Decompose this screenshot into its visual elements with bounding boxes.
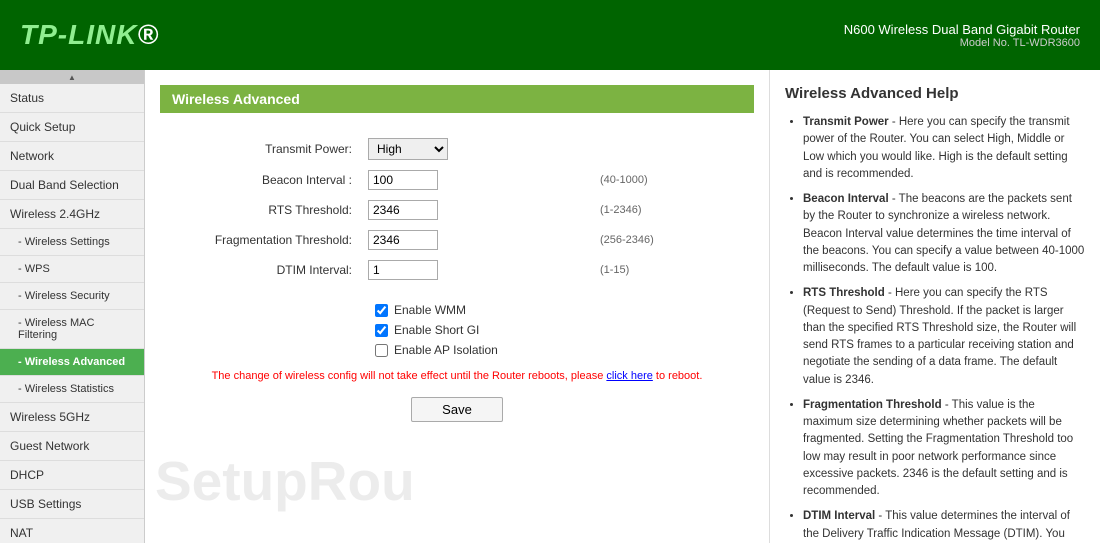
header: TP-LINK® N600 Wireless Dual Band Gigabit…	[0, 0, 1100, 70]
enable-wmm-checkbox[interactable]	[375, 304, 388, 317]
watermark: SetupRou	[155, 449, 415, 513]
main-layout: ▲ Status Quick Setup Network Dual Band S…	[0, 70, 1100, 543]
device-info: N600 Wireless Dual Band Gigabit Router M…	[844, 22, 1080, 49]
enable-wmm-row: Enable WMM	[160, 300, 754, 320]
page-title: Wireless Advanced	[160, 85, 754, 113]
form-table: Transmit Power: High Middle Low Beacon I…	[160, 133, 754, 285]
sidebar-item-dhcp[interactable]: DHCP	[0, 461, 144, 490]
dtim-interval-row: DTIM Interval: (1-15)	[160, 255, 754, 285]
rts-threshold-label: RTS Threshold:	[160, 195, 360, 225]
dtim-interval-range: (1-15)	[592, 255, 754, 285]
sidebar-item-wps[interactable]: - WPS	[0, 256, 144, 283]
sidebar-item-status[interactable]: Status	[0, 84, 144, 113]
help-list-item: Beacon Interval - The beacons are the pa…	[803, 191, 1085, 277]
device-name: N600 Wireless Dual Band Gigabit Router	[844, 22, 1080, 37]
sidebar-item-quick-setup[interactable]: Quick Setup	[0, 113, 144, 142]
enable-short-gi-label: Enable Short GI	[394, 323, 479, 337]
beacon-interval-range: (40-1000)	[592, 165, 754, 195]
beacon-interval-input[interactable]	[368, 170, 438, 190]
sidebar-item-wireless-24[interactable]: Wireless 2.4GHz	[0, 200, 144, 229]
enable-short-gi-checkbox[interactable]	[375, 324, 388, 337]
rts-threshold-row: RTS Threshold: (1-2346)	[160, 195, 754, 225]
sidebar-item-guest-network[interactable]: Guest Network	[0, 432, 144, 461]
enable-ap-isolation-row: Enable AP Isolation	[160, 340, 754, 360]
click-here-link[interactable]: click here	[606, 370, 652, 382]
enable-short-gi-row: Enable Short GI	[160, 320, 754, 340]
rts-threshold-input[interactable]	[368, 200, 438, 220]
beacon-interval-row: Beacon Interval : (40-1000)	[160, 165, 754, 195]
transmit-power-row: Transmit Power: High Middle Low	[160, 133, 754, 165]
sidebar-item-wireless-security[interactable]: - Wireless Security	[0, 283, 144, 310]
transmit-power-label: Transmit Power:	[160, 133, 360, 165]
scroll-up-arrow: ▲	[68, 73, 76, 82]
logo-text: TP-LINK	[20, 19, 137, 50]
fragmentation-threshold-input[interactable]	[368, 230, 438, 250]
help-list-item: Transmit Power - Here you can specify th…	[803, 114, 1085, 183]
sidebar-item-wireless-5ghz[interactable]: Wireless 5GHz	[0, 403, 144, 432]
help-title: Wireless Advanced Help	[785, 85, 1085, 102]
transmit-power-select[interactable]: High Middle Low	[368, 138, 448, 160]
right-pane: Wireless Advanced Help Transmit Power - …	[770, 70, 1100, 543]
dtim-interval-label: DTIM Interval:	[160, 255, 360, 285]
logo: TP-LINK®	[20, 19, 159, 51]
save-button[interactable]: Save	[411, 397, 503, 422]
sidebar-item-wireless-stats[interactable]: - Wireless Statistics	[0, 376, 144, 403]
help-list-item: RTS Threshold - Here you can specify the…	[803, 285, 1085, 389]
sidebar-item-network[interactable]: Network	[0, 142, 144, 171]
help-list: Transmit Power - Here you can specify th…	[785, 114, 1085, 543]
dtim-interval-input[interactable]	[368, 260, 438, 280]
fragmentation-threshold-label: Fragmentation Threshold:	[160, 225, 360, 255]
sidebar-item-dual-band[interactable]: Dual Band Selection	[0, 171, 144, 200]
help-list-item: DTIM Interval - This value determines th…	[803, 508, 1085, 543]
enable-ap-isolation-checkbox[interactable]	[375, 344, 388, 357]
sidebar-item-usb-settings[interactable]: USB Settings	[0, 490, 144, 519]
sidebar-item-wireless-settings[interactable]: - Wireless Settings	[0, 229, 144, 256]
model-number: Model No. TL-WDR3600	[844, 37, 1080, 49]
save-btn-row: Save	[160, 397, 754, 422]
sidebar-item-nat[interactable]: NAT	[0, 519, 144, 543]
sidebar-item-wireless-advanced[interactable]: - Wireless Advanced	[0, 349, 144, 376]
warning-text: The change of wireless config will not t…	[160, 370, 754, 382]
help-list-item: Fragmentation Threshold - This value is …	[803, 397, 1085, 501]
enable-ap-isolation-label: Enable AP Isolation	[394, 343, 498, 357]
enable-wmm-label: Enable WMM	[394, 303, 466, 317]
sidebar: ▲ Status Quick Setup Network Dual Band S…	[0, 70, 145, 543]
left-pane: Wireless Advanced Transmit Power: High M…	[145, 70, 770, 543]
split-pane: Wireless Advanced Transmit Power: High M…	[145, 70, 1100, 543]
sidebar-scroll-up[interactable]: ▲	[0, 70, 144, 84]
beacon-interval-label: Beacon Interval :	[160, 165, 360, 195]
sidebar-item-wireless-mac[interactable]: - Wireless MAC Filtering	[0, 310, 144, 349]
fragmentation-threshold-row: Fragmentation Threshold: (256-2346)	[160, 225, 754, 255]
fragmentation-threshold-range: (256-2346)	[592, 225, 754, 255]
rts-threshold-range: (1-2346)	[592, 195, 754, 225]
